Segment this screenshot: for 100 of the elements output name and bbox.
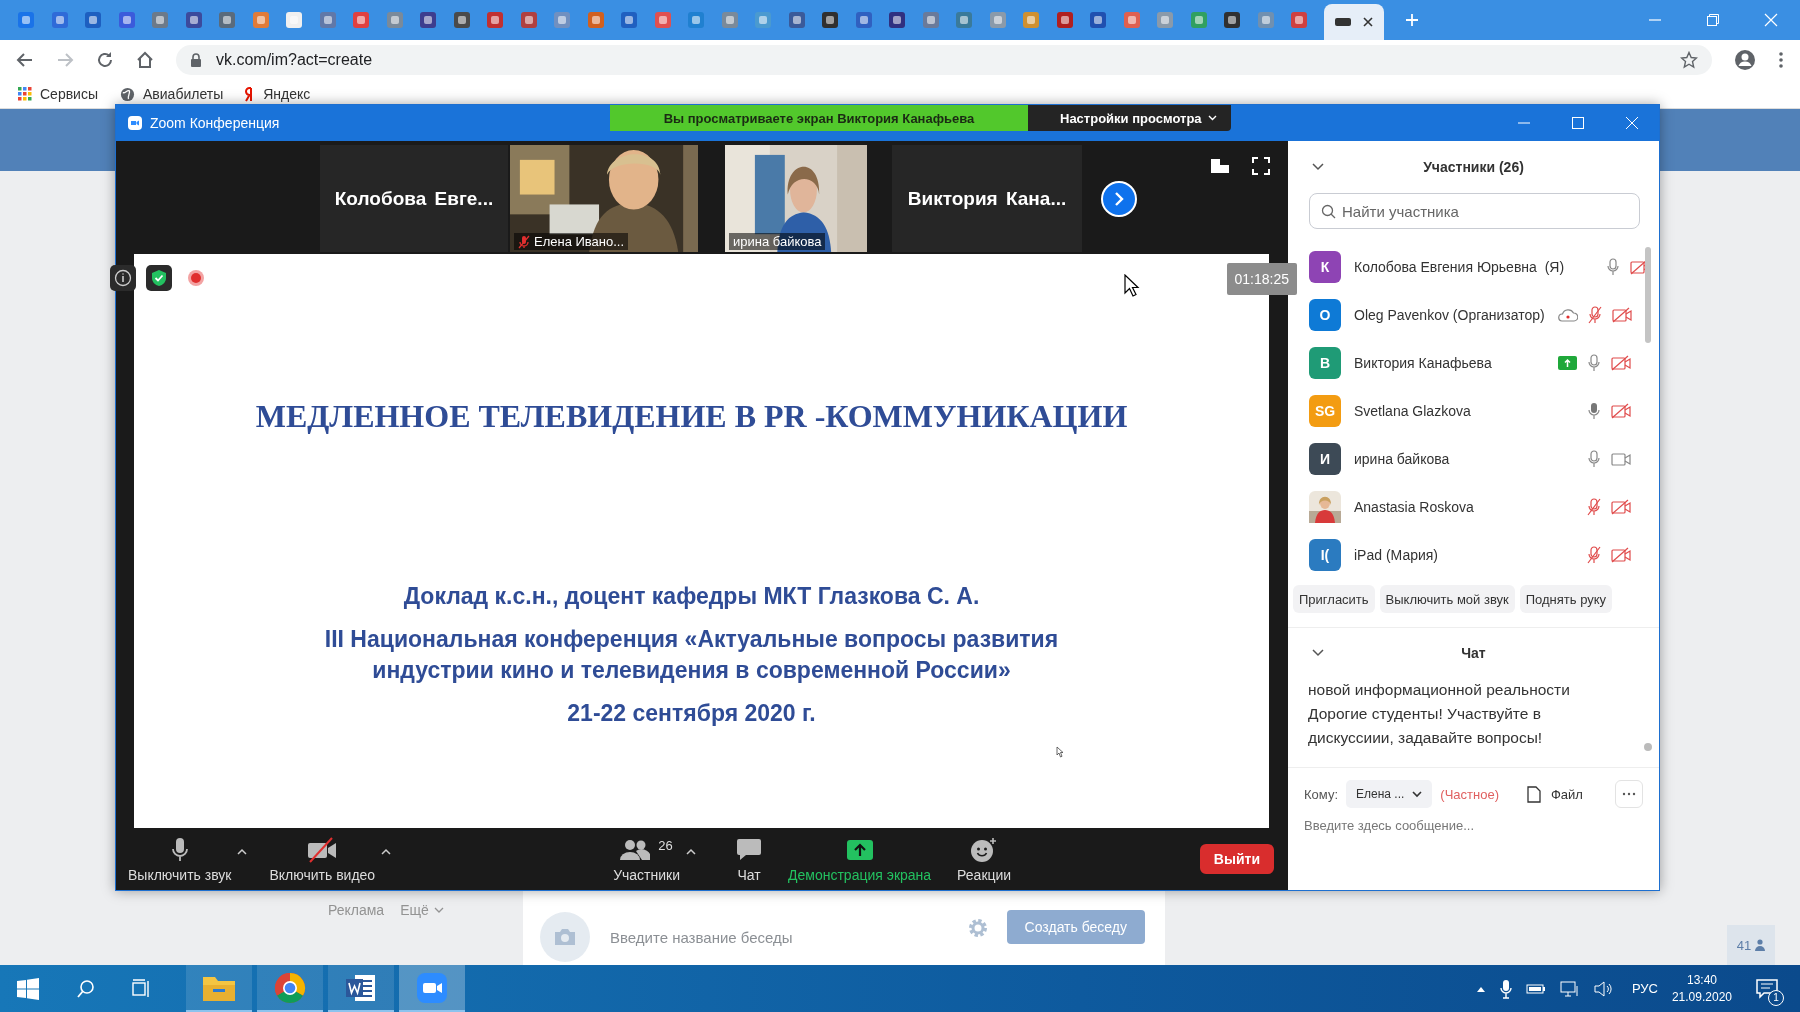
tab-favicon-icon[interactable] <box>1022 11 1040 29</box>
tab-favicon-icon[interactable] <box>519 11 538 29</box>
tab-favicon-icon[interactable] <box>285 11 303 29</box>
fullscreen-icon[interactable] <box>1252 157 1270 175</box>
settings-icon[interactable] <box>966 917 989 939</box>
participant-tile[interactable]: Колобова Евге... <box>320 145 508 252</box>
tab-favicon-icon[interactable] <box>486 11 504 29</box>
file-explorer-button[interactable] <box>186 965 252 1012</box>
tab-favicon-icon[interactable] <box>84 11 102 29</box>
tab-favicon-icon[interactable] <box>1290 11 1308 29</box>
participant-name: Колобова Евге... <box>334 187 494 210</box>
tab-favicon-icon[interactable] <box>1223 11 1241 29</box>
close-icon[interactable] <box>1361 16 1374 28</box>
bookmark[interactable]: Авиабилеты <box>120 86 224 102</box>
view-options-button[interactable]: Настройки просмотра <box>1028 105 1231 131</box>
chrome-button[interactable] <box>257 965 323 1012</box>
tab-favicon-icon[interactable] <box>821 11 839 29</box>
tab-favicon-icon[interactable] <box>318 11 337 29</box>
tab-favicon-icon[interactable] <box>888 11 906 29</box>
tab-favicon-icon[interactable] <box>184 11 203 29</box>
tab-favicon-icon[interactable] <box>955 11 973 29</box>
toolbar-button[interactable]: Чат <box>734 831 765 887</box>
search-icon[interactable] <box>76 978 96 999</box>
participant-row[interactable]: SG Svetlana Glazkova <box>1288 387 1659 435</box>
toolbar-button[interactable]: 26 Участники <box>611 831 683 887</box>
microphone-icon[interactable] <box>1499 978 1512 999</box>
notifications-button[interactable]: 1 <box>1752 973 1782 1004</box>
tab-favicon-icon[interactable] <box>151 11 169 29</box>
bookmark[interactable]: Яндекс <box>245 86 311 102</box>
address-field[interactable]: vk.com/im?act=create <box>176 45 1712 75</box>
collapse-icon[interactable] <box>1312 649 1324 657</box>
tab-favicon-icon[interactable] <box>586 11 605 29</box>
tab-favicon-icon[interactable] <box>1055 11 1074 29</box>
toolbar-button[interactable]: Выключить звук <box>126 831 234 887</box>
chat-photo-button[interactable] <box>540 912 590 962</box>
recipient-dropdown[interactable]: Елена ... <box>1346 780 1433 808</box>
panel-button[interactable]: Пригласить <box>1293 585 1375 613</box>
avatar: SG <box>1309 395 1341 427</box>
participant-tile[interactable]: Виктория Кана... <box>892 145 1082 252</box>
back-icon[interactable] <box>16 51 34 69</box>
info-icon[interactable] <box>110 265 136 291</box>
scrollbar[interactable] <box>1644 743 1652 751</box>
caret-up-icon[interactable] <box>686 847 697 855</box>
home-icon[interactable] <box>136 51 154 69</box>
tab-favicon-icon[interactable] <box>653 11 672 29</box>
tab-favicon-icon[interactable] <box>50 11 69 29</box>
tab-favicon-icon[interactable] <box>687 11 705 29</box>
restore-icon[interactable] <box>1706 13 1720 27</box>
tab-favicon-icon[interactable] <box>218 11 236 29</box>
caret-up-icon[interactable] <box>381 847 392 855</box>
tab-favicon-icon[interactable] <box>352 11 370 29</box>
new-tab-icon[interactable] <box>1403 12 1420 28</box>
participant-row[interactable]: Anastasia Roskova <box>1288 483 1659 531</box>
more-icon <box>1622 792 1636 796</box>
tab-favicon-icon[interactable] <box>117 11 136 29</box>
collapse-icon[interactable] <box>1312 163 1324 171</box>
panel-button[interactable]: Выключить мой звук <box>1379 585 1515 613</box>
panel-button[interactable]: Поднять руку <box>1519 585 1613 613</box>
slide-subtitle: Доклад к.с.н., доцент кафедры МКТ Глазкова С. А. <box>403 583 980 610</box>
windows-start-icon[interactable] <box>16 976 40 1001</box>
battery-icon[interactable] <box>1525 982 1546 995</box>
gallery-view-icon[interactable] <box>1210 158 1230 174</box>
tab-favicon-icon[interactable] <box>1122 11 1141 29</box>
scrollbar[interactable] <box>1645 247 1651 343</box>
file-button[interactable]: Файл <box>1521 784 1589 804</box>
toolbar-button[interactable]: Включить видео <box>267 831 378 887</box>
toolbar-button[interactable]: Реакции <box>955 831 1014 887</box>
next-page-button[interactable] <box>1101 181 1137 217</box>
network-icon[interactable] <box>1559 979 1580 998</box>
tab-favicon-icon[interactable] <box>854 11 873 29</box>
star-icon[interactable] <box>1680 51 1698 69</box>
profile-icon[interactable] <box>1734 49 1756 71</box>
word-button[interactable] <box>328 965 394 1012</box>
tab-favicon-icon[interactable] <box>419 11 437 29</box>
tab-favicon-icon[interactable] <box>452 11 471 29</box>
search-field[interactable]: Найти участника <box>1309 193 1640 229</box>
tab-favicon-icon[interactable] <box>921 11 940 29</box>
forward-icon[interactable] <box>56 51 74 69</box>
menu-icon[interactable] <box>1778 51 1784 69</box>
tab-favicon-icon[interactable] <box>17 11 35 29</box>
leave-button[interactable]: Выйти <box>1199 844 1274 874</box>
participant-row[interactable]: I( iPad (Мария) <box>1288 531 1659 579</box>
input-language[interactable]: РУС <box>1631 981 1658 996</box>
active-tab[interactable] <box>1323 4 1384 40</box>
chat-name-field[interactable]: Введите название беседы <box>608 927 949 947</box>
participant-row[interactable]: И ирина байкова <box>1288 435 1659 483</box>
volume-icon[interactable] <box>1593 980 1614 997</box>
tab-favicon-icon[interactable] <box>787 11 806 29</box>
participant-row[interactable]: В Виктория Канафьева <box>1288 339 1659 387</box>
task-view-icon[interactable] <box>130 978 152 999</box>
zoom-button[interactable] <box>399 965 465 1012</box>
security-shield-icon[interactable] <box>146 265 172 291</box>
maximize-icon[interactable] <box>1571 116 1585 130</box>
caret-up-icon[interactable] <box>237 847 248 855</box>
tab-favicon-icon[interactable] <box>1089 11 1107 29</box>
clock[interactable]: 13:40 21.09.2020 <box>1671 971 1732 1006</box>
bookmark[interactable]: Сервисы <box>18 86 98 102</box>
toolbar-button[interactable]: Демонстрация экрана <box>786 831 934 887</box>
reload-icon[interactable] <box>96 51 114 69</box>
tab-favicon-icon[interactable] <box>620 11 638 29</box>
